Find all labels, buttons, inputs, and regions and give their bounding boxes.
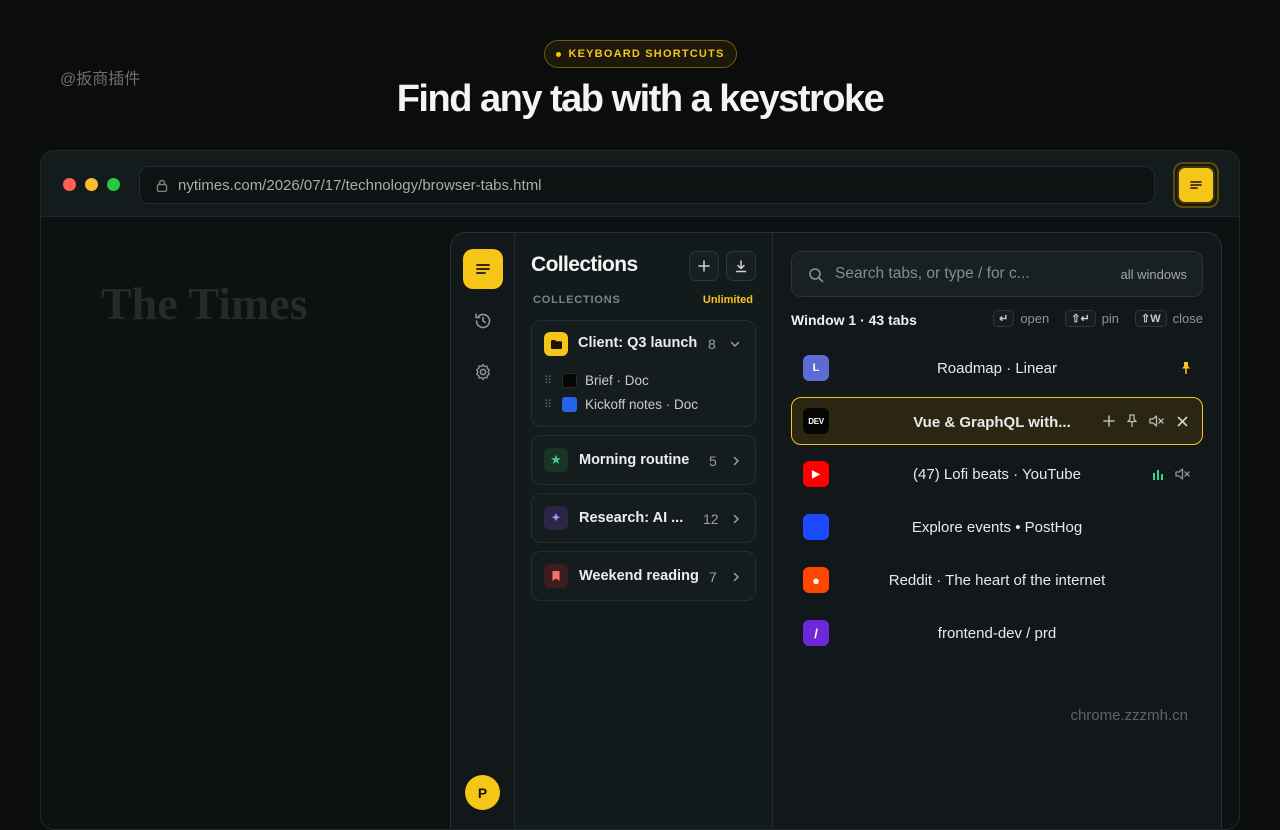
page-headline: Find any tab with a keystroke [396,78,885,120]
url-text: nytimes.com/2026/07/17/technology/browse… [178,176,542,194]
close-window-button[interactable] [63,178,76,191]
import-collection-button[interactable] [726,251,756,281]
doc-favicon-icon [562,373,577,388]
tab-title: Explore events • PostHog [911,518,1083,536]
collection-card-client-q3-launch[interactable]: Client: Q3 launch 8 ⠿ Brief · Doc ⠿ Kick… [531,320,756,427]
drag-handle-icon[interactable]: ⠿ [544,374,554,387]
dev-favicon-icon: DEV [803,408,829,434]
youtube-favicon-icon: ▶ [803,461,829,487]
drag-handle-icon[interactable]: ⠿ [544,398,554,411]
extension-panel: P Collections COLLECTIONS Unlimited Clie… [450,232,1222,829]
collection-card-morning-routine[interactable]: ★ Morning routine 5 [531,435,756,485]
history-icon [475,313,491,329]
tab-row[interactable]: ▶ (47) Lofi beats · YouTube [791,450,1203,498]
plus-icon[interactable] [1103,415,1115,427]
tab-row[interactable]: Explore events • PostHog [791,503,1203,551]
browser-toolbar: nytimes.com/2026/07/17/technology/browse… [41,151,1239,217]
keyboard-shortcuts-badge: KEYBOARD SHORTCUTS [544,40,737,68]
collection-name: Weekend reading [579,568,699,584]
tabs-column: Search tabs, or type / for c... all wind… [773,233,1221,829]
pin-icon[interactable] [1181,361,1191,375]
extension-button[interactable] [1173,162,1219,208]
plus-icon [698,260,710,272]
tab-title: Vue & GraphQL with... [913,413,1071,431]
collections-title: Collections [531,253,638,276]
collection-count: 8 [708,336,716,352]
search-input[interactable]: Search tabs, or type / for c... [835,265,1030,283]
collection-count: 7 [709,569,717,585]
collection-tab-item[interactable]: ⠿ Kickoff notes · Doc [544,397,698,412]
search-scope[interactable]: all windows [1121,267,1187,282]
chevron-down-icon[interactable] [730,340,740,348]
collection-name: Morning routine [579,452,690,468]
tab-row-selected[interactable]: DEV Vue & GraphQL with... [791,397,1203,445]
collection-name: Research: AI ... [579,510,684,526]
collection-count: 12 [703,511,719,527]
collection-tab-item[interactable]: ⠿ Brief · Doc [544,373,649,388]
collection-tab-title: Kickoff notes · Doc [585,397,699,412]
doc-favicon-icon [562,397,577,412]
chevron-right-icon[interactable] [732,456,740,466]
collection-count: 5 [709,453,717,469]
tab-row[interactable]: / frontend-dev / prd [791,609,1203,657]
mute-icon[interactable] [1175,468,1191,480]
lock-icon [156,179,168,192]
browser-window: nytimes.com/2026/07/17/technology/browse… [40,150,1240,830]
enter-key: ↵ [993,310,1015,327]
sparkle-icon: ✦ [544,506,568,530]
close-icon[interactable] [1177,416,1188,427]
shortcut-hints: ↵ open ⇧↵ pin ⇧W close [993,310,1203,327]
mute-icon[interactable] [1149,415,1165,427]
tab-row[interactable]: ● Reddit · The heart of the internet [791,556,1203,604]
tab-search-box[interactable]: Search tabs, or type / for c... all wind… [791,251,1203,297]
bookmark-icon [544,564,568,588]
download-icon [735,259,747,272]
panel-rail: P [451,233,515,829]
star-icon: ★ [544,448,568,472]
history-button[interactable] [463,301,503,341]
collection-card-weekend-reading[interactable]: Weekend reading 7 [531,551,756,601]
shortcut-label: open [1020,311,1050,326]
address-bar[interactable]: nytimes.com/2026/07/17/technology/browse… [139,166,1155,204]
posthog-favicon-icon [803,514,829,540]
github-favicon-icon: / [803,620,829,646]
collection-name: Client: Q3 launch [578,335,698,351]
site-title: The Times [101,278,308,329]
tab-title: frontend-dev / prd [937,624,1057,642]
badge-dot-icon [556,51,562,57]
tab-title: (47) Lofi beats · YouTube [913,465,1081,483]
add-collection-button[interactable] [689,251,719,281]
tab-row[interactable]: L Roadmap · Linear [791,344,1203,392]
folder-icon [544,332,568,356]
chevron-right-icon[interactable] [732,514,740,524]
collections-section-label: COLLECTIONS [533,294,621,306]
footer-watermark: chrome.zzzmh.cn [1070,707,1188,724]
tab-title: Reddit · The heart of the internet [888,571,1106,589]
shortcut-label: pin [1101,311,1120,326]
collections-column: Collections COLLECTIONS Unlimited Client… [515,233,773,829]
avatar[interactable]: P [465,775,500,810]
collection-tab-title: Brief · Doc [585,373,649,388]
pin-icon[interactable] [1127,414,1137,428]
gear-icon [476,363,490,381]
plan-label: Unlimited [702,294,753,306]
chevron-right-icon[interactable] [732,572,740,582]
shift-w-key: ⇧W [1135,310,1167,327]
settings-button[interactable] [463,352,503,392]
search-icon [809,268,824,283]
linear-favicon-icon: L [803,355,829,381]
shortcut-label: close [1172,311,1203,326]
reddit-favicon-icon: ● [803,567,829,593]
audio-playing-icon [1153,469,1163,480]
tab-title: Roadmap · Linear [936,359,1058,377]
maximize-window-button[interactable] [107,178,120,191]
menu-lines-icon [1190,181,1202,189]
shift-enter-key: ⇧↵ [1065,310,1096,327]
minimize-window-button[interactable] [85,178,98,191]
window-label: Window 1 · 43 tabs [791,312,917,328]
collection-card-research-ai[interactable]: ✦ Research: AI ... 12 [531,493,756,543]
badge-label: KEYBOARD SHORTCUTS [568,48,725,60]
tabs-view-button[interactable] [463,249,503,289]
menu-lines-icon [476,264,490,274]
